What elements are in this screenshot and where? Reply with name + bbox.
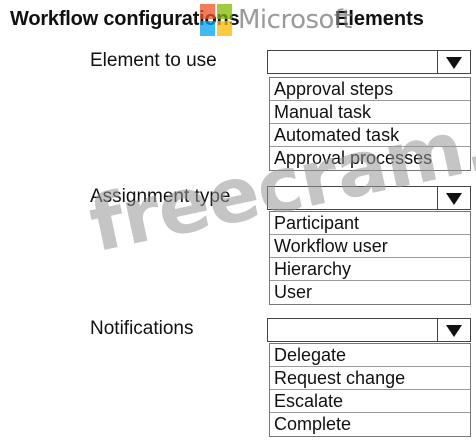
- assignment-type-options: Participant Workflow user Hierarchy User: [269, 211, 471, 305]
- option-automated-task[interactable]: Automated task: [270, 124, 470, 147]
- assignment-type-dropdown[interactable]: [267, 186, 471, 210]
- section-label-assignment-type: Assignment type: [90, 186, 231, 207]
- option-delegate[interactable]: Delegate: [270, 344, 470, 367]
- microsoft-logo-icon: [200, 4, 234, 38]
- section-label-element-to-use: Element to use: [90, 50, 217, 71]
- option-complete[interactable]: Complete: [270, 413, 470, 436]
- notifications-dropdown[interactable]: [267, 318, 471, 342]
- microsoft-watermark-text: Microsoft: [238, 5, 352, 35]
- dropdown-toggle[interactable]: [437, 187, 470, 209]
- option-approval-steps[interactable]: Approval steps: [270, 78, 470, 101]
- option-user[interactable]: User: [270, 281, 470, 304]
- section-label-notifications: Notifications: [90, 318, 194, 339]
- notifications-options: Delegate Request change Escalate Complet…: [269, 343, 471, 437]
- chevron-down-icon: [446, 57, 462, 69]
- option-request-change[interactable]: Request change: [270, 367, 470, 390]
- element-to-use-options: Approval steps Manual task Automated tas…: [269, 77, 471, 171]
- chevron-down-icon: [446, 193, 462, 205]
- option-participant[interactable]: Participant: [270, 212, 470, 235]
- option-approval-processes[interactable]: Approval processes: [270, 147, 470, 170]
- option-workflow-user[interactable]: Workflow user: [270, 235, 470, 258]
- element-to-use-dropdown[interactable]: [267, 50, 471, 74]
- dropdown-toggle[interactable]: [437, 319, 470, 341]
- option-hierarchy[interactable]: Hierarchy: [270, 258, 470, 281]
- option-manual-task[interactable]: Manual task: [270, 101, 470, 124]
- option-escalate[interactable]: Escalate: [270, 390, 470, 413]
- chevron-down-icon: [446, 325, 462, 337]
- dropdown-toggle[interactable]: [437, 51, 470, 73]
